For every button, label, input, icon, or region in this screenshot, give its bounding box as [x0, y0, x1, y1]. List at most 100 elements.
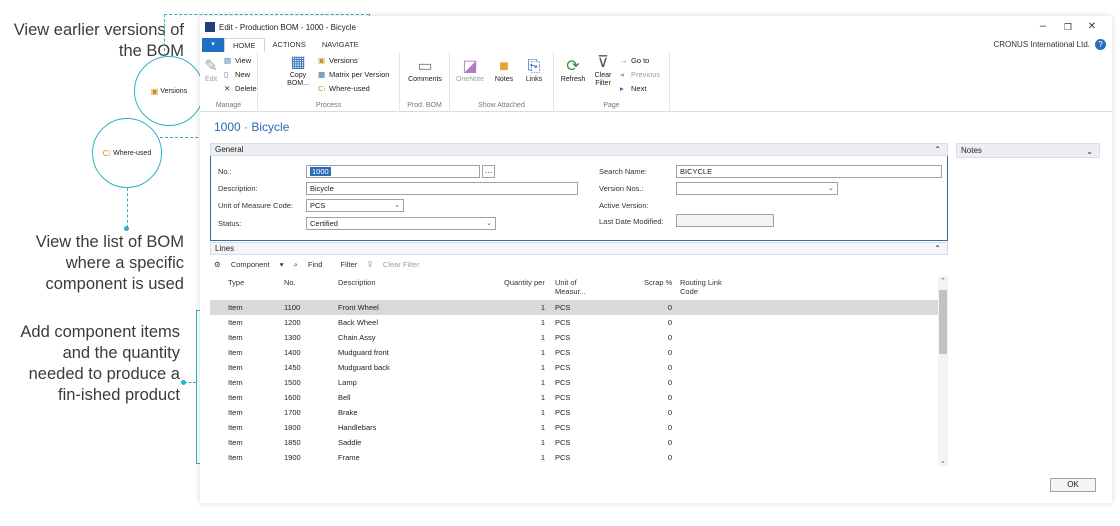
cell-description[interactable]: Front Wheel [338, 303, 379, 312]
table-row[interactable]: Item 1800 Handlebars 1 PCS 0 [210, 420, 938, 435]
tab-navigate[interactable]: NAVIGATE [314, 38, 367, 52]
cell-unit-of-measure[interactable]: PCS [555, 423, 570, 432]
col-quantity-per[interactable]: Quantity per [504, 278, 545, 287]
cell-unit-of-measure[interactable]: PCS [555, 363, 570, 372]
col-no[interactable]: No. [284, 278, 296, 287]
lines-scrollbar[interactable]: ⌃ ⌄ [938, 276, 948, 466]
clear-filter-button[interactable]: ⊽ Clear Filter [590, 54, 616, 88]
table-row[interactable]: Item 1700 Brake 1 PCS 0 [210, 405, 938, 420]
scroll-down-icon[interactable]: ⌄ [940, 457, 946, 465]
view-button[interactable]: ▤ View [224, 56, 251, 65]
cell-description[interactable]: Back Wheel [338, 318, 378, 327]
search-name-field[interactable]: BICYCLE [676, 165, 942, 178]
uom-select[interactable]: PCS ⌄ [306, 199, 404, 212]
version-nos-select[interactable]: ⌄ [676, 182, 838, 195]
cell-scrap[interactable]: 0 [668, 318, 672, 327]
cell-type[interactable]: Item [228, 438, 243, 447]
edit-button[interactable]: ✎ Edit [203, 58, 219, 83]
clear-filter-lines-button[interactable]: ⊽ Clear Filter [367, 260, 427, 269]
description-field[interactable]: Bicycle [306, 182, 578, 195]
lines-header[interactable]: Lines ⌃ [210, 242, 948, 255]
notes-panel-header[interactable]: Notes ⌄ [956, 143, 1100, 158]
cell-no[interactable]: 1500 [284, 378, 301, 387]
ok-button[interactable]: OK [1050, 478, 1096, 492]
cell-unit-of-measure[interactable]: PCS [555, 408, 570, 417]
table-row[interactable]: Item 1200 Back Wheel 1 PCS 0 [210, 315, 938, 330]
cell-no[interactable]: 1100 [284, 303, 300, 312]
cell-scrap[interactable]: 0 [668, 303, 672, 312]
col-routing-link-code[interactable]: Routing Link Code [680, 278, 730, 296]
cell-no[interactable]: 1450 [284, 363, 301, 372]
cell-quantity-per[interactable]: 1 [541, 423, 545, 432]
cell-quantity-per[interactable]: 1 [541, 438, 545, 447]
table-row[interactable]: Item 1500 Lamp 1 PCS 0 [210, 375, 938, 390]
cell-scrap[interactable]: 0 [668, 453, 672, 462]
cell-description[interactable]: Frame [338, 453, 360, 462]
cell-type[interactable]: Item [228, 423, 243, 432]
cell-scrap[interactable]: 0 [668, 438, 672, 447]
cell-no[interactable]: 1300 [284, 333, 301, 342]
cell-no[interactable]: 1400 [284, 348, 301, 357]
previous-button[interactable]: ◂ Previous [620, 70, 660, 79]
tab-actions[interactable]: ACTIONS [265, 38, 314, 52]
cell-unit-of-measure[interactable]: PCS [555, 348, 570, 357]
cell-description[interactable]: Lamp [338, 378, 357, 387]
find-button[interactable]: ⌕ Find [294, 260, 331, 269]
component-menu-button[interactable]: ⚙ Component ▾ [214, 260, 283, 269]
col-type[interactable]: Type [228, 278, 244, 287]
cell-type[interactable]: Item [228, 378, 243, 387]
cell-scrap[interactable]: 0 [668, 333, 672, 342]
cell-type[interactable]: Item [228, 348, 243, 357]
cell-unit-of-measure[interactable]: PCS [555, 438, 570, 447]
refresh-button[interactable]: ⟳ Refresh [558, 58, 588, 83]
no-field[interactable]: 1000 [306, 165, 480, 178]
cell-description[interactable]: Mudguard front [338, 348, 389, 357]
cell-type[interactable]: Item [228, 393, 243, 402]
cell-quantity-per[interactable]: 1 [541, 408, 545, 417]
next-button[interactable]: ▸ Next [620, 84, 646, 93]
col-unit-of-measure[interactable]: Unit of Measur... [555, 278, 593, 296]
cell-type[interactable]: Item [228, 363, 243, 372]
cell-quantity-per[interactable]: 1 [541, 318, 545, 327]
cell-no[interactable]: 1800 [284, 423, 301, 432]
filter-button[interactable]: Filter [341, 260, 358, 269]
cell-scrap[interactable]: 0 [668, 348, 672, 357]
status-select[interactable]: Certified ⌄ [306, 217, 496, 230]
where-used-button[interactable]: C⁝ Where-used [318, 84, 370, 93]
cell-no[interactable]: 1850 [284, 438, 301, 447]
copy-bom-button[interactable]: ▦ Copy BOM... [284, 54, 312, 88]
tab-home[interactable]: HOME [224, 38, 265, 52]
cell-description[interactable]: Handlebars [338, 423, 376, 432]
cell-scrap[interactable]: 0 [668, 393, 672, 402]
cell-scrap[interactable]: 0 [668, 378, 672, 387]
comments-button[interactable]: ▭ Comments [404, 58, 446, 83]
cell-type[interactable]: Item [228, 408, 243, 417]
cell-quantity-per[interactable]: 1 [541, 333, 545, 342]
cell-no[interactable]: 1600 [284, 393, 301, 402]
minimize-icon[interactable]: – [1040, 20, 1046, 32]
cell-description[interactable]: Chain Assy [338, 333, 376, 342]
cell-quantity-per[interactable]: 1 [541, 348, 545, 357]
new-button[interactable]: ▯ New [224, 70, 250, 79]
table-row[interactable]: Item 1450 Mudguard back 1 PCS 0 [210, 360, 938, 375]
no-lookup-button[interactable]: … [482, 165, 495, 178]
table-row[interactable]: Item 1300 Chain Assy 1 PCS 0 [210, 330, 938, 345]
col-scrap[interactable]: Scrap % [644, 278, 672, 287]
cell-type[interactable]: Item [228, 303, 243, 312]
file-menu-button[interactable]: ▾ [202, 38, 224, 52]
cell-quantity-per[interactable]: 1 [541, 453, 545, 462]
delete-button[interactable]: ✕ Delete [224, 84, 257, 93]
cell-description[interactable]: Bell [338, 393, 351, 402]
cell-description[interactable]: Brake [338, 408, 358, 417]
table-row[interactable]: Item 1400 Mudguard front 1 PCS 0 [210, 345, 938, 360]
cell-unit-of-measure[interactable]: PCS [555, 453, 570, 462]
general-header[interactable]: General ⌃ [210, 143, 948, 156]
close-icon[interactable]: ✕ [1088, 21, 1096, 32]
cell-unit-of-measure[interactable]: PCS [555, 333, 570, 342]
cell-scrap[interactable]: 0 [668, 363, 672, 372]
onenote-button[interactable]: ◪ OneNote [454, 58, 486, 83]
cell-quantity-per[interactable]: 1 [541, 363, 545, 372]
cell-type[interactable]: Item [228, 318, 243, 327]
chevron-down-icon[interactable]: ⌄ [1086, 145, 1093, 159]
table-row[interactable]: Item 1600 Bell 1 PCS 0 [210, 390, 938, 405]
